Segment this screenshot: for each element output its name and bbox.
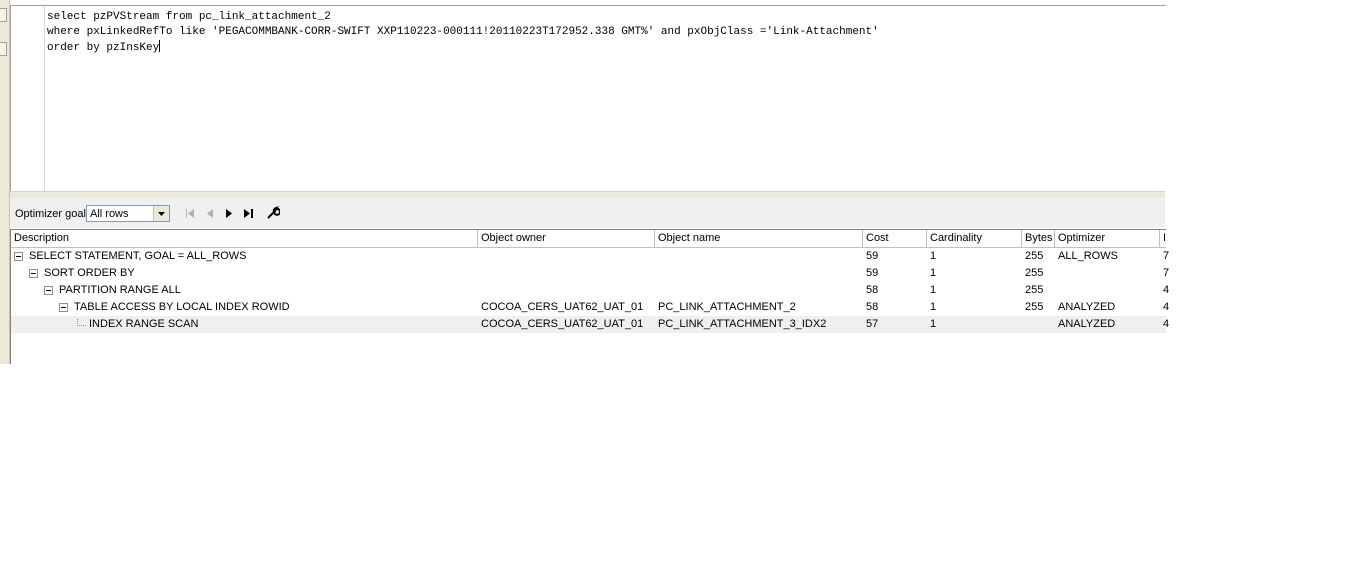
code-line-3-text[interactable]: order by pzInsKey [47,42,159,54]
col-header-object-name[interactable]: Object name [655,230,863,247]
col-header-cost[interactable]: Cost [863,230,927,247]
row-optimizer: ANALYZED [1058,301,1116,313]
row-bytes: 255 [1025,267,1044,279]
row-optimizer [1055,265,1160,282]
plan-row-selected[interactable]: INDEX RANGE SCAN COCOA_CERS_UAT62_UAT_01… [11,316,1169,333]
plan-row[interactable]: PARTITION RANGE ALL 58 1 255 4 [11,282,1169,299]
code-line-1[interactable]: select pzPVStream from pc_link_attachmen… [47,10,879,25]
row-cost: 59 [866,267,879,279]
optimizer-goal-label: Optimizer goal [15,208,86,220]
optimizer-goal-value: All rows [90,208,129,220]
row-description: PARTITION RANGE ALL [59,284,181,296]
row-cardinality: 1 [930,284,937,296]
row-bytes: 255 [1025,250,1044,262]
wrench-icon[interactable] [265,206,281,220]
col-header-object-owner[interactable]: Object owner [478,230,655,247]
grid-header: Description Object owner Object name Cos… [11,230,1166,248]
code-line-3[interactable]: order by pzInsKey [47,40,879,55]
row-owner [478,265,655,282]
collapse-icon[interactable] [29,269,38,278]
row-bytes: 255 [1025,301,1044,313]
row-partial: 7 [1163,250,1170,262]
row-owner: COCOA_CERS_UAT62_UAT_01 [481,318,644,330]
row-cardinality: 1 [930,250,937,262]
row-object-name [655,248,863,265]
row-partial: 7 [1163,267,1170,279]
row-owner [478,248,655,265]
plan-row[interactable]: SELECT STATEMENT, GOAL = ALL_ROWS 59 1 2… [11,248,1169,265]
row-optimizer [1055,282,1160,299]
plan-row[interactable]: SORT ORDER BY 59 1 255 7 [11,265,1169,282]
col-header-optimizer[interactable]: Optimizer [1055,230,1160,247]
row-cost: 58 [866,284,879,296]
optimizer-goal-select[interactable]: All rows [86,205,170,222]
row-cost: 58 [866,301,879,313]
row-cost: 57 [866,318,879,330]
next-icon[interactable] [221,206,237,220]
strip-handle-bottom[interactable] [0,42,7,56]
row-object-name [655,265,863,282]
row-object-name: PC_LINK_ATTACHMENT_3_IDX2 [658,318,827,330]
row-cost: 59 [866,250,879,262]
left-splitter[interactable] [0,0,10,364]
chevron-down-icon[interactable] [153,206,169,221]
col-header-cardinality[interactable]: Cardinality [927,230,1022,247]
sql-editor[interactable]: select pzPVStream from pc_link_attachmen… [10,5,1166,192]
collapse-icon[interactable] [44,286,53,295]
row-cardinality: 1 [930,318,937,330]
code-line-2[interactable]: where pxLinkedRefTo like 'PEGACOMMBANK-C… [47,25,879,40]
row-object-name: PC_LINK_ATTACHMENT_2 [658,301,796,313]
sql-code[interactable]: select pzPVStream from pc_link_attachmen… [47,10,879,55]
text-caret [159,40,161,52]
col-header-partial[interactable]: I [1160,230,1170,247]
row-cardinality: 1 [930,267,937,279]
plan-toolbar: Optimizer goal All rows [10,198,1165,228]
collapse-icon[interactable] [14,252,23,261]
last-icon[interactable] [240,206,256,220]
row-description: SORT ORDER BY [44,267,135,279]
row-description: INDEX RANGE SCAN [89,318,199,330]
row-bytes [1022,316,1055,333]
plan-row[interactable]: TABLE ACCESS BY LOCAL INDEX ROWID COCOA_… [11,299,1169,316]
tree-leaf-connector [77,319,86,326]
row-partial: 4 [1163,301,1170,313]
collapse-icon[interactable] [59,303,68,312]
explain-plan-grid[interactable]: Description Object owner Object name Cos… [10,229,1169,364]
row-cardinality: 1 [930,301,937,313]
row-partial: 4 [1163,284,1170,296]
sql-window: select pzPVStream from pc_link_attachmen… [0,0,1169,364]
col-header-bytes[interactable]: Bytes [1022,230,1055,247]
row-optimizer: ALL_ROWS [1058,250,1118,262]
row-owner [478,282,655,299]
row-partial: 4 [1163,318,1170,330]
row-owner: COCOA_CERS_UAT62_UAT_01 [481,301,644,313]
first-icon[interactable] [182,206,198,220]
row-optimizer: ANALYZED [1058,318,1116,330]
editor-gutter [11,6,45,192]
row-object-name [655,282,863,299]
row-description: TABLE ACCESS BY LOCAL INDEX ROWID [74,301,290,313]
col-header-description[interactable]: Description [11,230,478,247]
previous-icon[interactable] [202,206,218,220]
row-bytes: 255 [1025,284,1044,296]
strip-handle-top[interactable] [0,8,7,22]
row-description: SELECT STATEMENT, GOAL = ALL_ROWS [29,250,247,262]
